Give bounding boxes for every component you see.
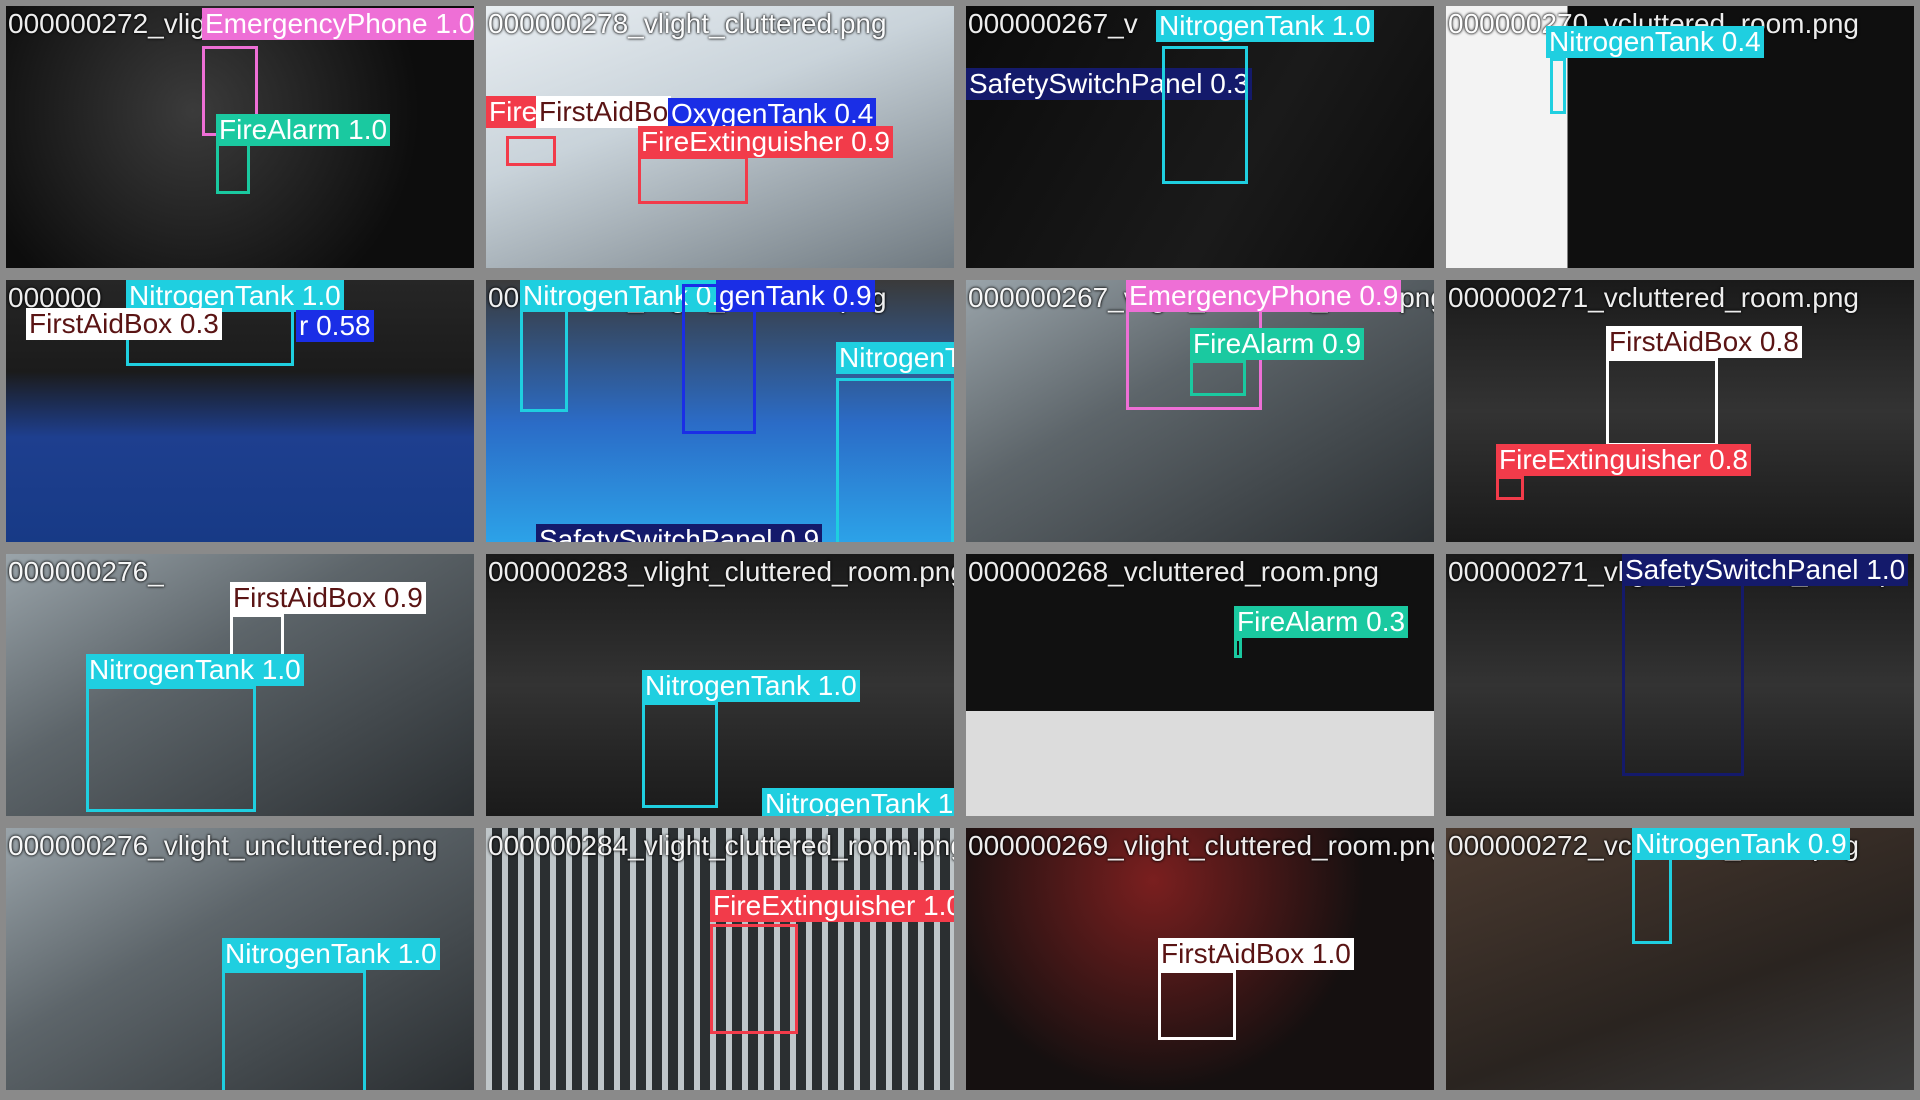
mosaic-tile: 000000278_vlight_cluttered.png Fire FirstA… (486, 6, 954, 268)
detection-label: FirstAidBox 0.3 (26, 308, 222, 340)
detection-label: FirstAidBox 0.9 (230, 582, 426, 614)
mosaic-tile: 000000278_vlight_cluttered.pngNitrogenTa… (486, 280, 954, 542)
detection-label: NitrogenTank 1.0 (222, 938, 440, 970)
bounding-box (638, 156, 748, 204)
detection-mosaic: 000000272_vlight_ EmergencyPhone 1.0 FireA… (0, 0, 1920, 1100)
bounding-box (1632, 848, 1672, 944)
detection-label: r 0.58 (296, 310, 374, 342)
mosaic-tile: 000000283_vlight_cluttered_room.png Nitro… (486, 554, 954, 816)
tile-filename: 000000276_vlight_uncluttered.png (8, 830, 438, 861)
detection-label: FirstAidBox 0.8 (1606, 326, 1802, 358)
bounding-box (1622, 558, 1744, 776)
detection-label: NitrogenTank 1.0 (762, 788, 954, 816)
detection-label: FireAlarm 0.3 (1234, 606, 1409, 638)
bounding-box (1162, 46, 1248, 184)
mosaic-tile: 000000276_ FirstAidBox 0.9 NitrogenTank 1.… (6, 554, 474, 816)
mosaic-tile: 000000284_vlight_cluttered_room.png FireE… (486, 828, 954, 1090)
tile-filename: 000000269_vlight_cluttered_room.png (968, 830, 1434, 861)
bounding-box (642, 702, 718, 808)
mosaic-tile: 000000271_vlight_cluttered_room.pSafetyS… (1446, 554, 1914, 816)
bounding-box (1190, 360, 1246, 396)
tile-filename: 000000283_vlight_cluttered_room.png (488, 556, 954, 587)
detection-label: EmergencyPhone 1.0 (202, 8, 474, 40)
bounding-box (222, 970, 366, 1090)
bounding-box (1234, 638, 1242, 658)
mosaic-tile: 000000270_vcluttered_room.png NitrogenTan… (1446, 6, 1914, 268)
tile-filename: 000000278_vlight_cluttered.png (488, 8, 887, 39)
mosaic-tile: 000000267_v SafetySwitchPanel 0.3 Nitrogen… (966, 6, 1434, 268)
mosaic-tile: 000000 NitrogenTank 1.0 r 0.58 FirstAidBox … (6, 280, 474, 542)
bounding-box (836, 378, 954, 542)
detection-label: NitrogenTank 1.0 (86, 654, 304, 686)
bounding-box (1550, 58, 1566, 114)
detection-label: FireAlarm 1.0 (216, 114, 391, 146)
detection-label: FireExtinguisher 0.8 (1496, 444, 1752, 476)
detection-label: NitrogenTank 1.0 (642, 670, 860, 702)
bounding-box (230, 614, 284, 658)
mosaic-tile: 000000276_vlight_uncluttered.png Nitrogen… (6, 828, 474, 1090)
mosaic-tile: 000000272_vcluttered_room.pngNitrogenTan… (1446, 828, 1914, 1090)
detection-label: NitrogenTank 0.4 (1546, 26, 1764, 58)
detection-label: FireExtinguisher 0.9 (638, 126, 894, 158)
bounding-box (1606, 358, 1718, 446)
detection-label: SafetySwitchPanel 0.9 (536, 524, 823, 542)
bounding-box (710, 924, 798, 1034)
bounding-box (86, 686, 256, 812)
mosaic-tile: 000000268_vcluttered_room.png FireAlarm 0… (966, 554, 1434, 816)
tile-filename: 000000267_v (968, 8, 1138, 39)
mosaic-tile: 000000272_vlight_ EmergencyPhone 1.0 FireA… (6, 6, 474, 268)
detection-label: FirstAidBo (536, 96, 672, 128)
bounding-box (1158, 970, 1236, 1040)
detection-label: genTank 0.9 (716, 280, 875, 312)
detection-label: NitrogenTank 0.9 (1632, 828, 1850, 860)
mosaic-tile: 000000271_vcluttered_room.png FirstAidBox… (1446, 280, 1914, 542)
tile-filename: 000000268_vcluttered_room.png (968, 556, 1379, 587)
detection-label: SafetySwitchPanel 1.0 (1622, 554, 1909, 586)
mosaic-tile: 000000267_vlight_cluttered_room.pngEmerg… (966, 280, 1434, 542)
detection-label: EmergencyPhone 0.9 (1126, 280, 1402, 312)
detection-label: FireExtinguisher 1.0 (710, 890, 954, 922)
detection-label: FireAlarm 0.9 (1190, 328, 1365, 360)
detection-label: FirstAidBox 1.0 (1158, 938, 1354, 970)
bounding-box (1496, 476, 1524, 500)
detection-label: NitrogenTank 1.0 (1156, 10, 1374, 42)
tile-filename: 000000271_vcluttered_room.png (1448, 282, 1859, 313)
detection-label: NitrogenTank 1.0 (836, 342, 954, 374)
mosaic-tile: 000000269_vlight_cluttered_room.png First… (966, 828, 1434, 1090)
detection-label: Fire (486, 96, 541, 128)
bounding-box (506, 136, 556, 166)
tile-filename: 000000284_vlight_cluttered_room.png (488, 830, 954, 861)
tile-filename: 000000276_ (8, 556, 164, 587)
